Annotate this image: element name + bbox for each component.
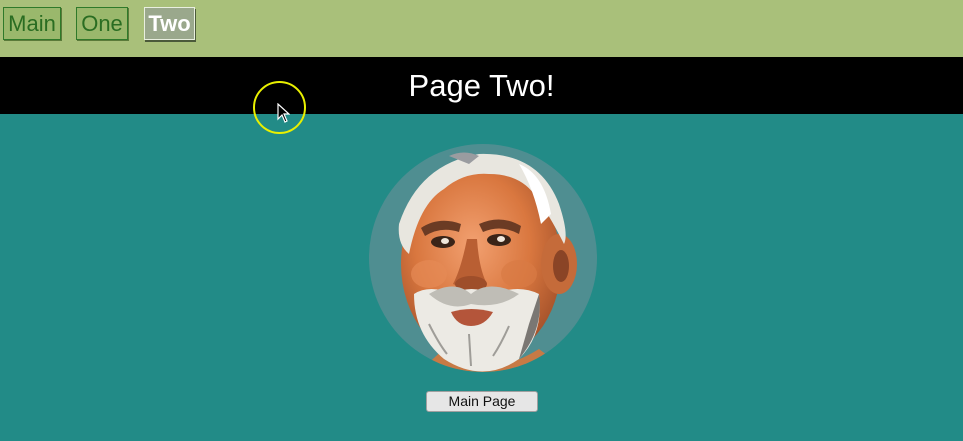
top-nav-bar: Main One Two [0, 0, 963, 57]
nav-two-button[interactable]: Two [144, 7, 195, 40]
portrait-image [369, 144, 597, 372]
page-title: Page Two! [408, 68, 555, 103]
nav-main-button[interactable]: Main [3, 7, 61, 40]
nav-one-button[interactable]: One [76, 7, 128, 40]
main-page-button[interactable]: Main Page [426, 391, 538, 412]
page-header: Page Two! [0, 57, 963, 114]
